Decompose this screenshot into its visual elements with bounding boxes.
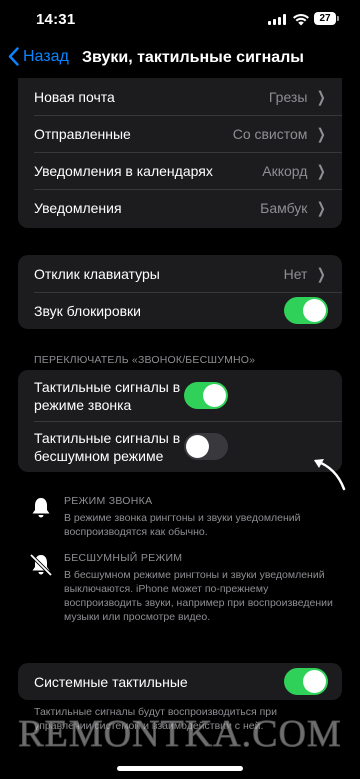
info-silent-mode: БЕСШУМНЫЙ РЕЖИМ В бесшумном режиме рингт… [28,552,340,624]
system-haptics-group: Системные тактильные [18,663,342,700]
home-indicator[interactable] [117,766,243,771]
lock-sound-toggle[interactable] [284,297,328,324]
bell-icon [32,498,50,518]
back-button[interactable]: Назад [8,47,69,66]
info-title: РЕЖИМ ЗВОНКА [64,495,153,507]
row-label: Уведомления в календарях [34,162,213,179]
bell-slash-icon [29,553,53,577]
row-label: Тактильные сигналы в режиме звонка [34,378,181,413]
silent-haptics-toggle[interactable] [184,433,228,460]
row-value: Аккорд [262,162,308,179]
info-text: В режиме звонка рингтоны и звуки уведомл… [64,512,301,538]
cellular-signal-icon [268,14,286,25]
chevron-right-icon: ❯ [317,88,327,106]
row-system-haptics: Системные тактильные [18,663,342,700]
row-new-mail[interactable]: Новая почта Грезы ❯ [18,78,342,115]
row-reminder-alerts[interactable]: Уведомления Бамбук ❯ [18,189,342,226]
page-title: Звуки, тактильные сигналы [82,49,304,66]
section-header: ПЕРЕКЛЮЧАТЕЛЬ «ЗВОНОК/БЕСШУМНО» [34,354,256,366]
sounds-group: Новая почта Грезы ❯ Отправленные Со свис… [18,78,342,228]
row-value: Грезы [268,88,308,105]
row-calendar-alerts[interactable]: Уведомления в календарях Аккорд ❯ [18,152,342,189]
ring-haptics-toggle[interactable] [184,382,228,409]
back-label: Назад [23,47,69,65]
row-keyboard-feedback[interactable]: Отклик клавиатуры Нет ❯ [18,255,342,292]
info-title: БЕСШУМНЫЙ РЕЖИМ [64,552,183,564]
ring-silent-group: Тактильные сигналы в режиме звонка Такти… [18,370,342,472]
status-bar: 14:31 27 [0,0,360,40]
chevron-right-icon: ❯ [317,162,327,180]
row-lock-sound: Звук блокировки [18,292,342,329]
status-time: 14:31 [36,11,76,28]
chevron-right-icon: ❯ [317,265,327,283]
row-value: Бамбук [260,199,308,216]
wifi-icon [293,13,309,26]
system-haptics-toggle[interactable] [284,668,328,695]
row-value: Со свистом [232,125,308,142]
battery-icon: 27 [314,12,336,25]
row-silent-haptics: Тактильные сигналы в бесшумном режиме [18,421,342,472]
row-label: Звук блокировки [34,302,142,319]
navigation-bar: Назад Звуки, тактильные сигналы [0,44,360,74]
settings-screen: 14:31 27 Назад Звуки, тактильные сигналы… [0,0,360,779]
chevron-right-icon: ❯ [317,199,327,217]
chevron-left-icon [8,47,19,66]
row-label: Отправленные [34,125,131,142]
row-label: Системные тактильные [34,673,188,690]
info-text: В бесшумном режиме рингтоны и звуки увед… [64,569,333,623]
row-label: Новая почта [34,88,115,105]
row-value: Нет [283,265,308,282]
info-ring-mode: РЕЖИМ ЗВОНКА В режиме звонка рингтоны и … [28,495,340,539]
row-label: Тактильные сигналы в бесшумном режиме [34,429,181,464]
row-sent-mail[interactable]: Отправленные Со свистом ❯ [18,115,342,152]
row-label: Отклик клавиатуры [34,265,160,282]
row-ring-haptics: Тактильные сигналы в режиме звонка [18,370,342,421]
row-label: Уведомления [34,199,122,216]
battery-tip [337,16,339,21]
keyboard-group: Отклик клавиатуры Нет ❯ Звук блокировки [18,255,342,329]
chevron-right-icon: ❯ [317,125,327,143]
pointer-arrow-icon [314,459,346,491]
watermark-logo: REMONTKA.COM [18,713,342,756]
